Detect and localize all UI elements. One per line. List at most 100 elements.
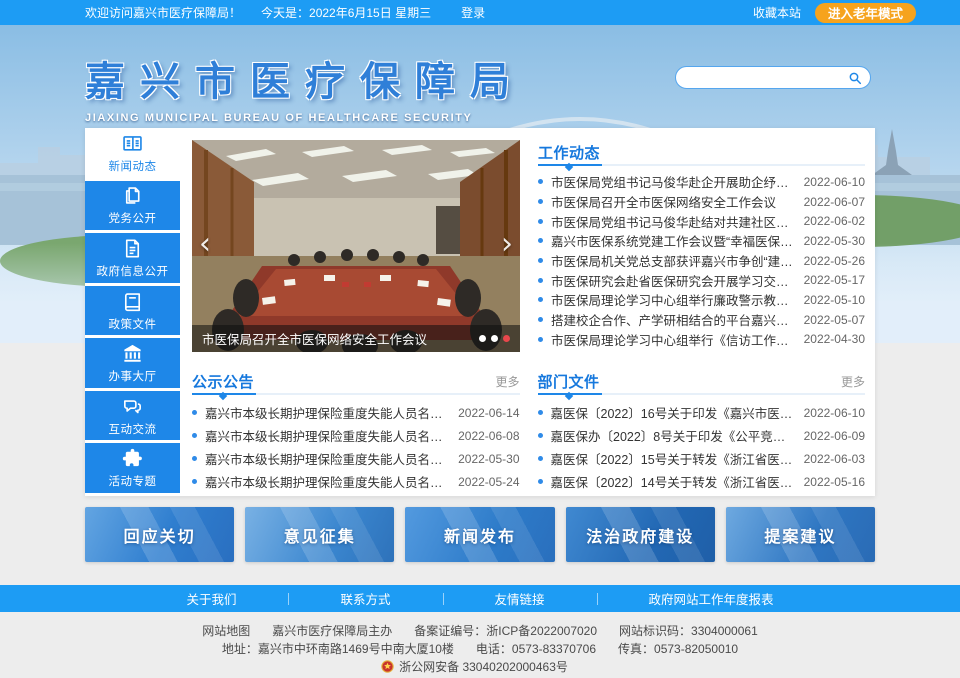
more-link[interactable]: 更多 — [495, 373, 519, 390]
announcement-item-title: 嘉兴市本级长期护理保险重度失能人员名单公示（2... — [205, 449, 448, 468]
more-link[interactable]: 更多 — [841, 373, 865, 390]
carousel-slide-photo[interactable] — [192, 140, 520, 352]
dept-file-item-date: 2022-06-03 — [804, 452, 865, 466]
bullet-icon — [538, 337, 543, 342]
news-item[interactable]: 市医保局理论学习中心组举行廉政警示教育专题学习... 2022-05-10 — [538, 290, 865, 310]
news-item-title: 市医保局理论学习中心组举行《信访工作条例》专题... — [551, 330, 794, 349]
news-item[interactable]: 搭建校企合作、产学研相结合的平台嘉兴市长期护理... 2022-05-07 — [538, 310, 865, 330]
sidebar-item[interactable]: 互动交流 — [85, 391, 180, 441]
footer-nav-link[interactable]: 政府网站工作年度报表 — [597, 589, 826, 608]
police-badge-icon — [381, 660, 394, 673]
news-item[interactable]: 市医保研究会赴省医保研究会开展学习交流活动 2022-05-17 — [538, 270, 865, 290]
dept-file-item-date: 2022-06-09 — [804, 429, 865, 443]
banner-link[interactable]: 回应关切 — [85, 507, 234, 562]
news-item[interactable]: 市医保局召开全市医保网络安全工作会议 2022-06-07 — [538, 192, 865, 212]
footer-line-1: 网站地图 嘉兴市医疗保障局主办 备案证编号：浙ICP备2022007020 网站… — [0, 621, 960, 639]
security-record-link[interactable]: 浙公网安备 33040202000463号 — [399, 658, 568, 675]
masthead: 嘉兴市医疗保障局 JIAXING MUNICIPAL BUREAU OF HEA… — [85, 25, 875, 128]
banner-link[interactable]: 提案建议 — [726, 507, 875, 562]
news-item[interactable]: 嘉兴市医保系统党建工作会议暨“幸福医保”党建联... 2022-05-30 — [538, 231, 865, 251]
bullet-icon — [538, 317, 543, 322]
dept-file-item-title: 嘉医保办〔2022〕8号关于印发《公平竞争审查... — [551, 426, 794, 445]
sitemap-link[interactable]: 网站地图 — [202, 622, 250, 639]
footer-site-code: 网站标识码：3304000061 — [619, 622, 758, 639]
news-item-title: 市医保研究会赴省医保研究会开展学习交流活动 — [551, 271, 794, 290]
bullet-icon — [538, 278, 543, 283]
dept-file-item[interactable]: 嘉医保〔2022〕15号关于转发《浙江省医疗保... 2022-06-03 — [538, 447, 866, 470]
news-carousel[interactable]: ‹ › 市医保局召开全市医保网络安全工作会议 — [192, 140, 520, 352]
carousel-dot[interactable] — [503, 335, 510, 342]
work-news-list: 市医保局党组书记马俊华赴企开展助企纾困活动 2022-06-10 市医保局召开全… — [538, 172, 865, 349]
elderly-mode-button[interactable]: 进入老年模式 — [815, 3, 916, 23]
announcement-item-title: 嘉兴市本级长期护理保险重度失能人员名单公示（2... — [205, 472, 448, 491]
news-item-date: 2022-05-07 — [804, 313, 865, 327]
footer-nav-link[interactable]: 联系方式 — [288, 589, 442, 608]
carousel-next-icon[interactable]: › — [501, 231, 513, 259]
bullet-icon — [538, 179, 543, 184]
sidebar-item[interactable]: 新闻动态 — [85, 128, 180, 178]
search-icon[interactable] — [847, 70, 863, 86]
site-search — [675, 66, 871, 89]
sidebar-item[interactable]: 政府信息公开 — [85, 233, 180, 283]
bullet-icon — [538, 258, 543, 263]
page-content: 嘉兴市医疗保障局 JIAXING MUNICIPAL BUREAU OF HEA… — [85, 25, 875, 562]
sidebar-nav: 新闻动态 党务公开 政府信息公开 政策文件 — [85, 128, 180, 496]
sidebar-item[interactable]: 活动专题 — [85, 443, 180, 493]
banner-link[interactable]: 法治政府建设 — [566, 507, 715, 562]
announcement-item[interactable]: 嘉兴市本级长期护理保险重度失能人员名单公示（2... 2022-05-24 — [192, 470, 520, 493]
footer-nav-link[interactable]: 友情链接 — [443, 589, 597, 608]
news-item-date: 2022-05-17 — [804, 273, 865, 287]
sidebar-item[interactable]: 政策文件 — [85, 286, 180, 336]
announcement-item-title: 嘉兴市本级长期护理保险重度失能人员名单公示（2... — [205, 426, 448, 445]
sidebar-item-label: 政策文件 — [109, 316, 157, 332]
news-item-title: 市医保局党组书记马俊华赴结对共建社区指导全国文... — [551, 212, 794, 231]
announcement-item-date: 2022-06-08 — [458, 429, 519, 443]
section-title: 部门文件 — [538, 371, 600, 392]
dept-file-item-title: 嘉医保〔2022〕16号关于印发《嘉兴市医疗保... — [551, 403, 794, 422]
section-header: 公示公告 更多 — [192, 369, 520, 395]
footer-icp: 备案证编号：浙ICP备2022007020 — [414, 622, 597, 639]
footer-fax: 传真：0573-82050010 — [618, 640, 738, 657]
news-item-title: 搭建校企合作、产学研相结合的平台嘉兴市长期护理... — [551, 310, 794, 329]
topbar: 欢迎访问嘉兴市医疗保障局！ 今天是：2022年6月15日 星期三 登录 收藏本站… — [0, 0, 960, 25]
banner-link[interactable]: 新闻发布 — [405, 507, 554, 562]
news-item[interactable]: 市医保局理论学习中心组举行《信访工作条例》专题... 2022-04-30 — [538, 330, 865, 350]
carousel-dot[interactable] — [479, 335, 486, 342]
news-item-title: 市医保局机关党总支部获评嘉兴市争创“建设清廉机... — [551, 251, 794, 270]
footer-line-3: 浙公网安备 33040202000463号 — [0, 657, 960, 675]
bullet-icon — [538, 479, 543, 484]
news-item[interactable]: 市医保局党组书记马俊华赴结对共建社区指导全国文... 2022-06-02 — [538, 211, 865, 231]
banner-label: 意见征集 — [284, 523, 356, 547]
announcement-item[interactable]: 嘉兴市本级长期护理保险重度失能人员名单公示（2... 2022-05-30 — [192, 447, 520, 470]
login-link[interactable]: 登录 — [461, 4, 485, 21]
footer-nav-link[interactable]: 关于我们 — [134, 589, 288, 608]
news-item-date: 2022-04-30 — [804, 332, 865, 346]
news-item-date: 2022-05-26 — [804, 254, 865, 268]
dept-file-item[interactable]: 嘉医保〔2022〕16号关于印发《嘉兴市医疗保... 2022-06-10 — [538, 401, 866, 424]
puzzle-icon — [121, 447, 144, 470]
news-item[interactable]: 市医保局党组书记马俊华赴企开展助企纾困活动 2022-06-10 — [538, 172, 865, 192]
chat-icon — [121, 395, 144, 418]
announcement-item[interactable]: 嘉兴市本级长期护理保险重度失能人员名单公示（2... 2022-06-08 — [192, 424, 520, 447]
sidebar-item-label: 活动专题 — [109, 473, 157, 489]
footer-phone: 电话：0573-83370706 — [476, 640, 596, 657]
announcement-item[interactable]: 嘉兴市本级长期护理保险重度失能人员名单公示（2... 2022-06-14 — [192, 401, 520, 424]
banner-shortcuts: 回应关切 意见征集 新闻发布 法治政府建设 提案建议 — [85, 507, 875, 562]
carousel-prev-icon[interactable]: ‹ — [199, 231, 211, 259]
newspaper-icon — [121, 132, 144, 155]
site-title: 嘉兴市医疗保障局 — [85, 49, 525, 107]
search-input[interactable] — [688, 71, 847, 85]
bullet-icon — [538, 297, 543, 302]
bullet-icon — [538, 199, 543, 204]
bookmark-site-link[interactable]: 收藏本站 — [753, 4, 801, 21]
bullet-icon — [538, 456, 543, 461]
news-item[interactable]: 市医保局机关党总支部获评嘉兴市争创“建设清廉机... 2022-05-26 — [538, 251, 865, 271]
banner-label: 新闻发布 — [444, 523, 516, 547]
sidebar-item[interactable]: 办事大厅 — [85, 338, 180, 388]
dept-file-item-date: 2022-05-16 — [804, 475, 865, 489]
carousel-dot[interactable] — [491, 335, 498, 342]
sidebar-item[interactable]: 党务公开 — [85, 181, 180, 231]
dept-file-item[interactable]: 嘉医保〔2022〕14号关于转发《浙江省医疗保... 2022-05-16 — [538, 470, 866, 493]
dept-file-item[interactable]: 嘉医保办〔2022〕8号关于印发《公平竞争审查... 2022-06-09 — [538, 424, 866, 447]
banner-link[interactable]: 意见征集 — [245, 507, 394, 562]
